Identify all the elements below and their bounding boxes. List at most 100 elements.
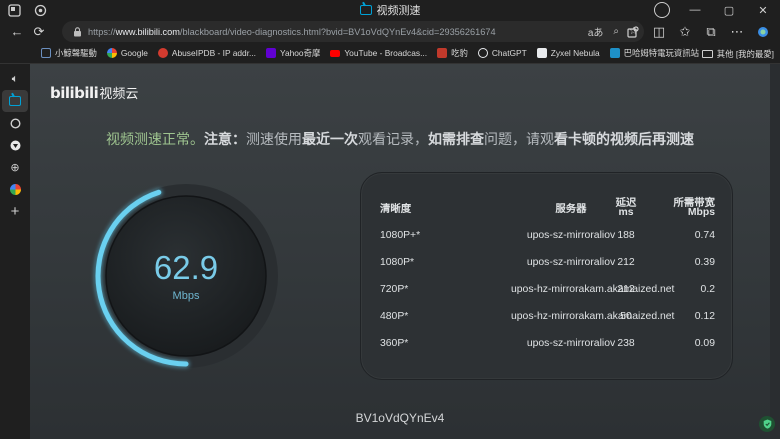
globe-icon: ⊕ — [10, 161, 20, 174]
notice-emphasis: 最近一次 — [302, 131, 358, 147]
cell-latency: 50 — [620, 311, 632, 322]
cell-bandwidth: 0.2 — [700, 284, 715, 295]
account-icon[interactable] — [654, 2, 670, 18]
cell-quality: 360P* — [380, 338, 409, 349]
address-bar[interactable]: https://www.bilibili.com/blackboard/vide… — [62, 21, 644, 42]
sidebar-item-globe[interactable]: ⊕ — [2, 156, 28, 178]
navigation-bar: ← ⟳ https://www.bilibili.com/blackboard/… — [0, 20, 780, 43]
more-menu-icon[interactable]: ⋯ — [726, 21, 748, 43]
cell-quality: 720P* — [380, 284, 409, 295]
bookmark-label: Google — [120, 48, 148, 58]
read-aloud-icon[interactable]: aあ — [588, 24, 604, 39]
cell-quality: 1080P* — [380, 257, 415, 268]
cell-bandwidth: 0.09 — [694, 338, 715, 349]
bookmark-label: 小鯨聲驅動 — [55, 48, 97, 58]
workspaces-icon[interactable] — [32, 2, 48, 18]
page-content: bilibili 视频云 视频测速正常。注意：测速使用最近一次观看记录，如需排查… — [30, 64, 770, 439]
folder-icon — [701, 49, 713, 58]
cell-bandwidth: 0.39 — [694, 257, 715, 268]
bookmark-item[interactable]: 巴哈姆特電玩資訊站 — [605, 44, 704, 62]
url-host: www.bilibili.com — [115, 26, 180, 37]
google-icon — [106, 48, 117, 58]
sidebar-item-app[interactable] — [2, 134, 28, 156]
logo-wordmark: bilibili — [50, 84, 99, 102]
notice-emphasis: 看卡顿 — [554, 131, 596, 147]
bookmarks-bar: 小鯨聲驅動 Google AbuseIPDB - IP addr... Yaho… — [0, 43, 780, 64]
collections-icon[interactable]: ⧉ — [700, 21, 722, 43]
abuseipdb-icon — [157, 48, 168, 58]
bookmark-favicon-icon — [41, 48, 51, 58]
bookmark-item[interactable]: 小鯨聲驅動 — [36, 44, 102, 62]
sidebar-item-volume[interactable]: 🔈︎ — [2, 68, 28, 90]
page-scrollbar[interactable] — [770, 64, 780, 439]
browser-sidebar: 🔈︎ ⊕ + — [0, 64, 30, 439]
zoom-icon[interactable]: ⌕ — [613, 26, 619, 37]
sidebar-item-google[interactable] — [2, 178, 28, 200]
cell-latency: 188 — [617, 230, 635, 241]
bookmark-item[interactable]: Yahoo奇摩 — [261, 44, 325, 62]
cell-latency: 212 — [617, 257, 635, 268]
notice-text: 测速使用 — [246, 131, 302, 147]
speed-unit: Mbps — [172, 290, 200, 302]
bookmark-label: YouTube - Broadcas... — [344, 48, 428, 58]
url-prefix: https:// — [88, 26, 116, 37]
notice-label: 注意： — [204, 131, 246, 147]
maximize-icon[interactable]: ▢ — [712, 0, 746, 20]
split-screen-icon[interactable]: ◫ — [648, 21, 670, 43]
sidebar-item-bilibili-tab[interactable] — [2, 90, 28, 112]
results-table: 清晰度 服务器 延迟 ms 所需带宽 Mbps 1080P+* upos-sz-… — [360, 172, 733, 380]
cell-latency: 212 — [617, 284, 635, 295]
column-header-bandwidth-unit: Mbps — [687, 207, 715, 218]
bookmark-label: 巴哈姆特電玩資訊站 — [623, 48, 700, 58]
other-favorites-folder[interactable]: 其他 [我的最愛] — [701, 43, 774, 64]
notice-text: 观看记录， — [358, 131, 428, 147]
logo-suffix: 视频云 — [99, 86, 139, 101]
video-bvid: BV1oVdQYnEv4 — [355, 411, 445, 425]
security-shield-icon[interactable] — [759, 416, 775, 432]
copilot-icon[interactable] — [752, 21, 774, 43]
google-icon — [9, 183, 21, 195]
bookmark-label: Zyxel Nebula — [550, 48, 600, 58]
speaker-icon: 🔈︎ — [11, 72, 19, 85]
window-title-text: 视频测速 — [376, 5, 421, 17]
bookmark-item[interactable]: Google — [102, 44, 153, 62]
sidebar-add-button[interactable]: + — [2, 200, 28, 222]
bahamut-icon — [609, 48, 620, 58]
favorites-icon[interactable]: ✩ — [674, 21, 696, 43]
cell-latency: 238 — [617, 338, 635, 349]
notice-text: 问题，请观 — [484, 131, 554, 147]
folder-label: 其他 [我的最愛] — [716, 48, 774, 59]
triangle-app-icon — [10, 140, 20, 150]
title-bar: 视频测速 — ▢ ✕ — [0, 0, 780, 20]
sidebar-item-circle[interactable] — [2, 112, 28, 134]
diagnostic-notice: 视频测速正常。注意：测速使用最近一次观看记录，如需排查问题，请观看卡顿的视频后再… — [30, 129, 770, 149]
profile-avatar-icon[interactable] — [6, 2, 22, 18]
cell-bandwidth: 0.74 — [694, 230, 715, 241]
lock-icon[interactable] — [72, 26, 82, 37]
bookmark-label: 吃豹 — [451, 48, 468, 58]
close-icon[interactable]: ✕ — [746, 0, 780, 20]
bilibili-video-cloud-logo[interactable]: bilibili 视频云 — [50, 83, 138, 102]
back-arrow-icon[interactable]: ← — [6, 21, 28, 43]
cell-bandwidth: 0.12 — [694, 311, 715, 322]
column-header-quality: 清晰度 — [380, 204, 412, 215]
bookmark-item[interactable]: AbuseIPDB - IP addr... — [153, 44, 261, 62]
refresh-icon[interactable]: ⟳ — [28, 21, 50, 43]
status-ok-text: 视频测速正常。 — [106, 131, 204, 147]
bookmark-label: AbuseIPDB - IP addr... — [171, 48, 256, 58]
bookmark-item[interactable]: ChatGPT — [473, 44, 532, 62]
circle-app-icon — [9, 117, 21, 129]
notice-emphasis: 如需排查 — [428, 131, 484, 147]
youtube-icon — [330, 49, 341, 57]
minimize-icon[interactable]: — — [678, 0, 712, 20]
notice-emphasis: 的视频后再测速 — [596, 131, 694, 147]
speed-value: 62.9 — [153, 249, 219, 286]
bookmark-item[interactable]: YouTube - Broadcas... — [325, 44, 432, 62]
bookmark-item[interactable]: 吃豹 — [432, 44, 473, 62]
url-path: /blackboard/video-diagnostics.html?bvid=… — [179, 26, 496, 37]
bookmark-favicon-icon — [437, 48, 448, 58]
bookmark-item[interactable]: Zyxel Nebula — [532, 44, 605, 62]
extensions-icon[interactable] — [622, 21, 644, 43]
column-header-latency-unit: ms — [618, 207, 634, 218]
cell-quality: 1080P+* — [380, 230, 421, 241]
